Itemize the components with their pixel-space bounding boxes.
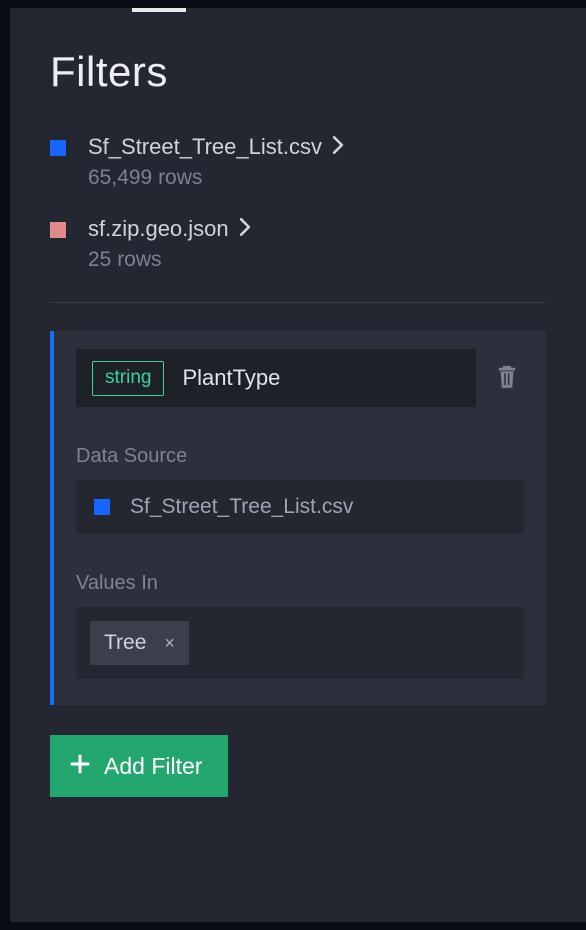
dataset-row-count: 65,499 rows: [88, 166, 546, 190]
add-filter-label: Add Filter: [104, 753, 202, 780]
active-tab-indicator: [132, 8, 186, 12]
dataset-name-row: sf.zip.geo.json: [88, 216, 546, 242]
dataset-color-swatch: [50, 222, 66, 238]
value-chip: Tree ×: [90, 621, 189, 665]
dataset-text: Sf_Street_Tree_List.csv 65,499 rows: [88, 134, 546, 190]
close-icon: ×: [164, 633, 175, 653]
dataset-name: Sf_Street_Tree_List.csv: [88, 134, 322, 160]
delete-filter-button[interactable]: [490, 357, 524, 400]
data-source-select[interactable]: Sf_Street_Tree_List.csv: [76, 480, 524, 534]
field-name: PlantType: [182, 365, 280, 391]
dataset-text: sf.zip.geo.json 25 rows: [88, 216, 546, 272]
chevron-right-icon: [332, 136, 344, 159]
dataset-color-swatch: [50, 140, 66, 156]
dataset-item[interactable]: Sf_Street_Tree_List.csv 65,499 rows: [50, 134, 546, 190]
chevron-right-icon: [239, 218, 251, 241]
dataset-row-count: 25 rows: [88, 248, 546, 272]
remove-chip-button[interactable]: ×: [164, 634, 175, 652]
filter-card: string PlantType Data Source Sf_Street_T…: [50, 331, 546, 705]
dataset-list: Sf_Street_Tree_List.csv 65,499 rows sf.z…: [50, 134, 546, 272]
data-source-label: Data Source: [76, 445, 524, 468]
value-chip-label: Tree: [104, 631, 146, 655]
divider: [50, 302, 546, 303]
filters-panel: Filters Sf_Street_Tree_List.csv 65,499 r…: [10, 8, 586, 922]
add-filter-button[interactable]: Add Filter: [50, 735, 228, 797]
data-source-name: Sf_Street_Tree_List.csv: [130, 495, 353, 519]
dataset-name: sf.zip.geo.json: [88, 216, 229, 242]
filter-field-select[interactable]: string PlantType: [76, 349, 476, 407]
dataset-name-row: Sf_Street_Tree_List.csv: [88, 134, 546, 160]
trash-icon: [496, 376, 518, 393]
data-source-color-swatch: [94, 499, 110, 515]
dataset-item[interactable]: sf.zip.geo.json 25 rows: [50, 216, 546, 272]
filter-field-row: string PlantType: [76, 349, 524, 407]
plus-icon: [70, 753, 90, 780]
field-type-badge: string: [92, 361, 164, 396]
values-in-label: Values In: [76, 572, 524, 595]
panel-title: Filters: [50, 48, 546, 96]
values-in-input[interactable]: Tree ×: [76, 607, 524, 679]
